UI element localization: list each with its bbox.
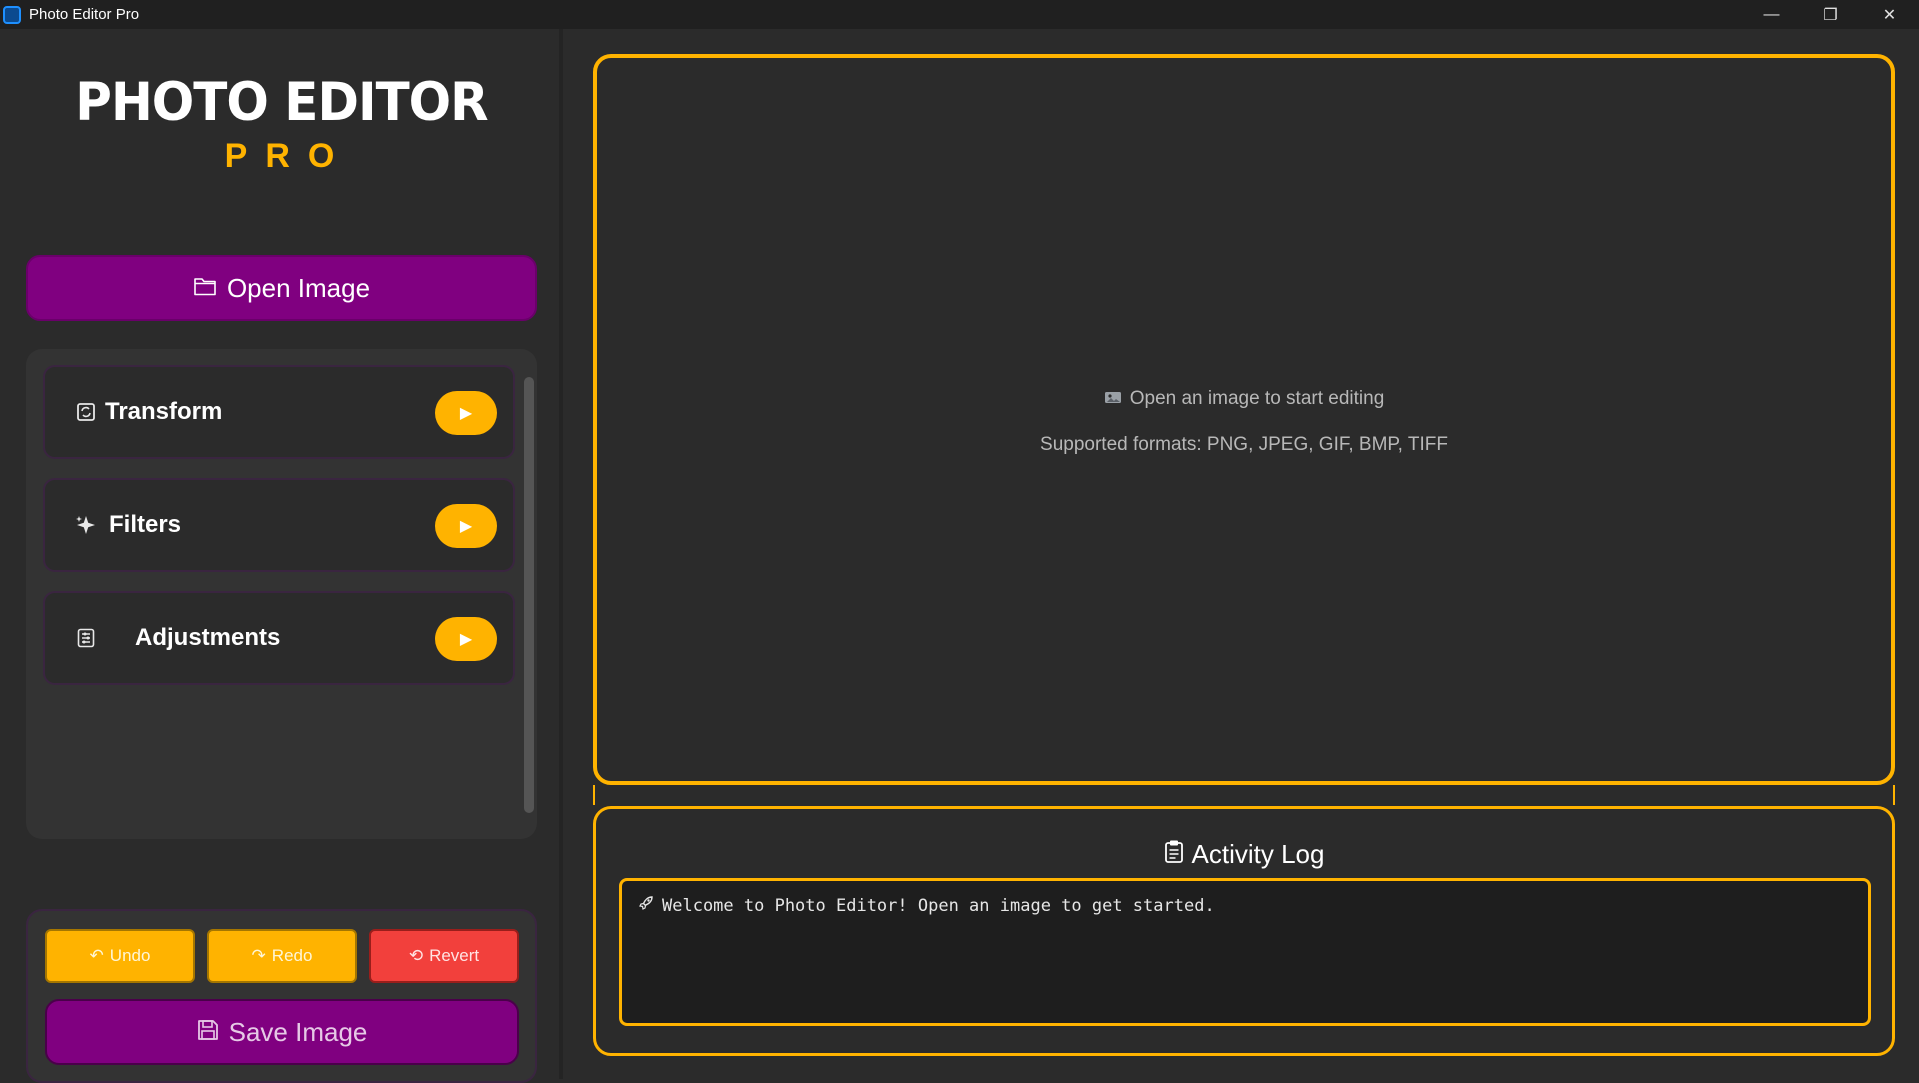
brand-subtitle: PRO [224, 137, 353, 175]
minimize-button[interactable]: — [1742, 0, 1801, 29]
expand-arrow-icon[interactable]: ▶ [435, 617, 497, 661]
floppy-icon [197, 1017, 219, 1048]
tool-transform[interactable]: Transform ▶ [43, 365, 515, 459]
window-title: Photo Editor Pro [29, 6, 140, 23]
action-panel: ↶ Undo ↷ Redo ⟲ Revert Save Image [26, 909, 537, 1083]
title-bar: Photo Editor Pro — ❐ ✕ [0, 0, 1919, 29]
clipboard-icon [1164, 839, 1184, 870]
tools-panel: Transform ▶ Filters ▶ Adjustments ▶ [26, 349, 537, 839]
open-image-label: Open Image [226, 272, 371, 303]
transform-icon [75, 401, 97, 423]
revert-icon: ⟲ [408, 946, 424, 965]
expand-arrow-icon[interactable]: ▶ [435, 504, 497, 548]
window-controls: — ❐ ✕ [1742, 0, 1919, 29]
tool-filters-label: Filters [109, 511, 182, 538]
undo-icon: ↶ [89, 946, 104, 965]
open-image-button[interactable]: Open Image [26, 255, 537, 321]
undo-button[interactable]: ↶ Undo [45, 929, 195, 983]
activity-log-header: Activity Log [596, 839, 1892, 870]
supported-formats: Supported formats: PNG, JPEG, GIF, BMP, … [1040, 434, 1448, 455]
tool-adjustments[interactable]: Adjustments ▶ [43, 591, 515, 685]
sparkles-icon [75, 514, 97, 536]
app-icon [3, 5, 21, 24]
sidebar: PHOTO EDITOR PRO Open Image Transform ▶ … [0, 29, 563, 1083]
save-image-button[interactable]: Save Image [45, 999, 519, 1065]
redo-button[interactable]: ↷ Redo [207, 929, 357, 983]
divider [1893, 785, 1895, 805]
maximize-button[interactable]: ❐ [1801, 0, 1860, 29]
divider [593, 785, 595, 805]
brand-title: PHOTO EDITOR [75, 71, 488, 133]
folder-icon [193, 273, 217, 304]
redo-icon: ↷ [251, 946, 266, 965]
rocket-icon [638, 895, 654, 916]
revert-button[interactable]: ⟲ Revert [369, 929, 519, 983]
redo-label: Redo [271, 946, 313, 965]
activity-log-title: Activity Log [1191, 839, 1325, 869]
activity-log-box[interactable]: Welcome to Photo Editor! Open an image t… [619, 878, 1871, 1026]
tool-transform-label: Transform [105, 398, 223, 425]
close-button[interactable]: ✕ [1860, 0, 1919, 29]
save-image-label: Save Image [228, 1016, 368, 1047]
tool-adjustments-label: Adjustments [135, 624, 281, 651]
log-entry-text: Welcome to Photo Editor! Open an image t… [662, 895, 1215, 916]
canvas-placeholder-text: Open an image to start editing [1129, 388, 1385, 409]
sliders-icon [75, 627, 97, 649]
canvas-placeholder: Open an image to start editing [597, 388, 1891, 410]
image-canvas[interactable]: Open an image to start editing Supported… [593, 54, 1895, 785]
log-entry: Welcome to Photo Editor! Open an image t… [638, 895, 1852, 916]
revert-label: Revert [429, 946, 480, 965]
expand-arrow-icon[interactable]: ▶ [435, 391, 497, 435]
activity-log-panel: Activity Log Welcome to Photo Editor! Op… [593, 806, 1895, 1056]
image-icon [1104, 388, 1122, 410]
tools-scrollbar[interactable] [524, 377, 534, 813]
tool-filters[interactable]: Filters ▶ [43, 478, 515, 572]
undo-label: Undo [109, 946, 151, 965]
